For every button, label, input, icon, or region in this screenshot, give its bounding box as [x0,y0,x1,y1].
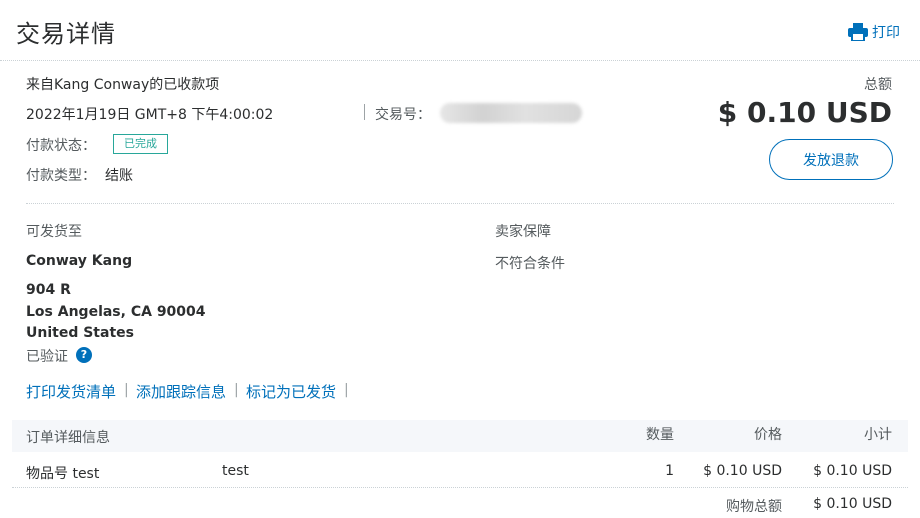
help-icon[interactable]: ? [76,347,92,363]
payment-type-value: 结账 [105,168,133,184]
payment-type-label: 付款类型： [26,168,96,184]
print-packing-slip-link[interactable]: 打印发货清单 [26,381,116,402]
item-quantity: 1 [665,463,674,479]
total-amount: $ 0.10 USD [717,96,892,129]
price-header: 价格 [754,427,782,443]
page-title: 交易详情 [16,20,116,48]
printer-icon [848,23,868,41]
row-divider [12,487,908,488]
print-label: 打印 [872,25,900,41]
link-separator: | [344,382,349,398]
ship-to-name: Conway Kang [26,253,133,269]
print-link[interactable]: 打印 [848,22,900,42]
address-verified-label: 已验证 [26,349,68,365]
transaction-datetime: 2022年1月19日 GMT+8 下午4:00:02 [26,107,274,123]
section-divider [26,203,894,204]
payment-from-label: 来自Kang Conway的已收款项 [26,77,220,93]
cart-total-value: $ 0.10 USD [813,496,892,512]
transaction-id-masked [440,103,582,123]
header-divider [0,60,920,61]
item-number: 物品号 test [26,466,100,482]
address-line-1: 904 R [26,282,71,298]
add-tracking-link[interactable]: 添加跟踪信息 [136,381,226,402]
txn-separator [364,104,365,120]
transaction-id-label: 交易号： [375,107,431,123]
total-label: 总额 [864,77,892,93]
cart-total-label: 购物总额 [726,499,782,515]
link-separator: | [234,382,239,398]
order-details-header: 订单详细信息 [26,430,110,446]
issue-refund-button[interactable]: 发放退款 [769,139,893,180]
quantity-header: 数量 [646,427,674,443]
seller-protection-heading: 卖家保障 [495,224,551,240]
subtotal-header: 小计 [864,427,892,443]
link-separator: | [124,382,129,398]
address-line-2: Los Angelas, CA 90004 [26,304,206,320]
mark-shipped-link[interactable]: 标记为已发货 [246,381,336,402]
seller-protection-value: 不符合条件 [495,256,565,272]
address-country: United States [26,325,134,341]
item-name: test [222,463,249,479]
status-badge: 已完成 [113,134,168,154]
item-price: $ 0.10 USD [703,463,782,479]
item-subtotal: $ 0.10 USD [813,463,892,479]
payment-status-label: 付款状态： [26,138,96,154]
ship-to-heading: 可发货至 [26,224,82,240]
